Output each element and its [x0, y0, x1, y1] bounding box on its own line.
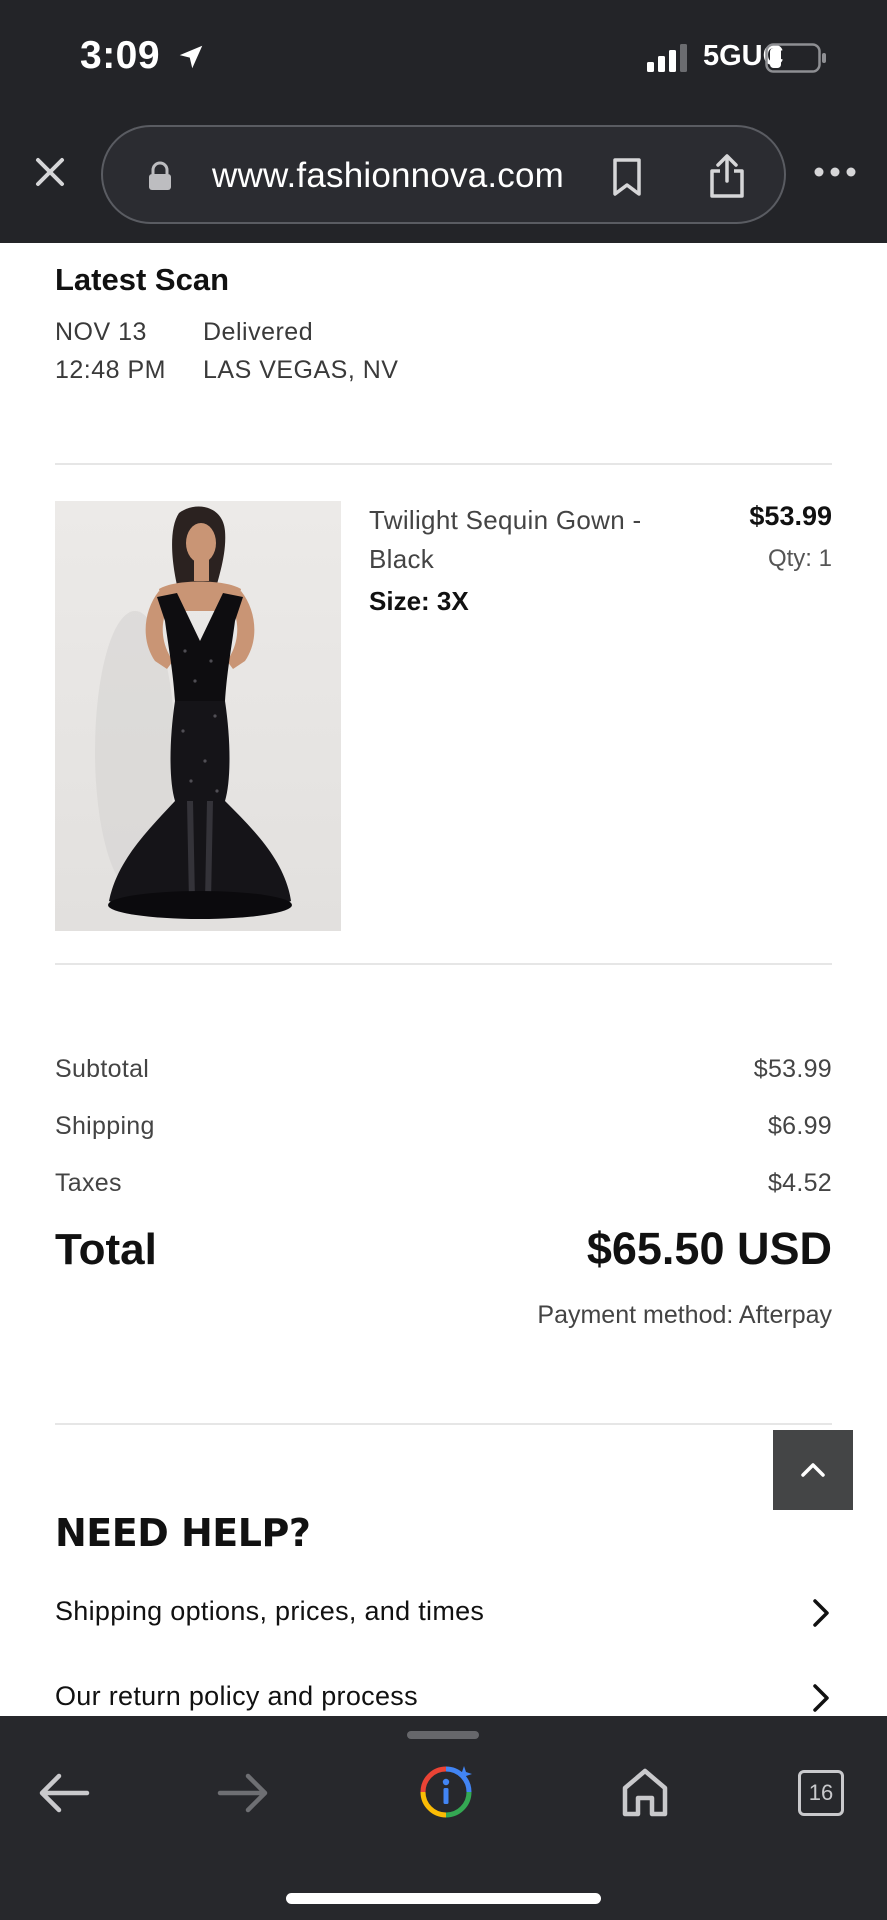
taxes-label: Taxes: [55, 1169, 122, 1197]
location-arrow-icon: [179, 45, 203, 69]
product-size: Size: 3X: [369, 586, 469, 617]
home-icon[interactable]: [620, 1766, 670, 1818]
chevron-right-icon: [813, 1599, 829, 1627]
scroll-to-top-button[interactable]: [773, 1430, 853, 1510]
bookmark-icon[interactable]: [610, 157, 644, 197]
latest-scan-heading: Latest Scan: [55, 262, 230, 297]
need-help-heading: NEED HELP?: [55, 1511, 311, 1555]
browser-top-chrome: 3:09 5GUC www.fashionnova.com: [0, 0, 887, 243]
help-link-returns[interactable]: Our return policy and process: [55, 1673, 832, 1716]
subtotal-label: Subtotal: [55, 1055, 150, 1083]
page-content: Latest Scan NOV 13 12:48 PM Delivered LA…: [0, 243, 887, 1716]
url-text: www.fashionnova.com: [212, 156, 565, 195]
chevron-right-icon: [813, 1684, 829, 1712]
share-icon[interactable]: [707, 153, 747, 199]
battery-icon: [765, 43, 826, 73]
lock-icon: [149, 161, 171, 190]
divider: [55, 963, 832, 965]
taxes-value: $4.52: [767, 1169, 832, 1197]
product-price: $53.99: [749, 501, 832, 531]
size-label: Size:: [369, 586, 430, 616]
google-lens-info-icon[interactable]: [418, 1764, 474, 1820]
gown-illustration: [95, 506, 292, 919]
shipping-value: $6.99: [767, 1112, 832, 1140]
cellular-signal-icon: [647, 44, 687, 72]
shipping-label: Shipping: [55, 1112, 155, 1140]
home-indicator: [286, 1893, 601, 1904]
divider: [55, 1423, 832, 1425]
chevron-up-icon: [801, 1463, 825, 1477]
scan-time: 12:48 PM: [55, 356, 167, 384]
help-link-shipping[interactable]: Shipping options, prices, and times: [55, 1588, 832, 1638]
subtotal-value: $53.99: [753, 1055, 832, 1083]
help-link-label: Our return policy and process: [55, 1681, 418, 1711]
scan-location: LAS VEGAS, NV: [203, 356, 399, 384]
size-value: 3X: [436, 586, 469, 616]
toolbar-grabber[interactable]: [407, 1731, 479, 1739]
help-link-label: Shipping options, prices, and times: [55, 1596, 485, 1626]
divider: [55, 463, 832, 465]
total-value: $65.50 USD: [586, 1223, 832, 1274]
total-label: Total: [55, 1225, 157, 1274]
forward-arrow-icon[interactable]: [216, 1770, 270, 1816]
payment-method: Payment method: Afterpay: [537, 1301, 832, 1329]
product-qty: Qty: 1: [767, 545, 832, 572]
address-bar[interactable]: www.fashionnova.com: [101, 125, 786, 224]
scan-date: NOV 13: [55, 318, 147, 346]
tab-switcher-button[interactable]: 16: [798, 1770, 844, 1816]
more-options-icon[interactable]: [813, 165, 857, 179]
close-icon[interactable]: [28, 150, 72, 194]
scan-status: Delivered: [203, 318, 314, 346]
product-name[interactable]: Twilight Sequin Gown - Black: [369, 501, 679, 579]
back-arrow-icon[interactable]: [37, 1770, 91, 1816]
product-image[interactable]: [55, 501, 341, 931]
status-time: 3:09: [80, 34, 161, 77]
browser-bottom-toolbar: 16: [0, 1716, 887, 1920]
